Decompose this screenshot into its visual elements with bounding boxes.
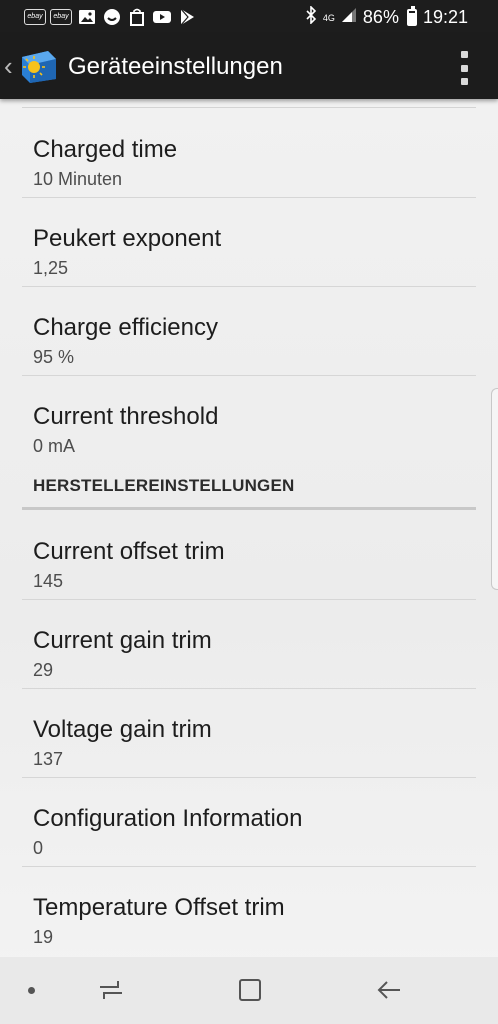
category-header: HERSTELLEREINSTELLUNGEN	[22, 470, 476, 510]
home-icon[interactable]	[235, 975, 265, 1005]
pref-summary: 0 mA	[33, 436, 76, 456]
back-chevron-icon[interactable]: ‹	[4, 51, 13, 82]
nav-dot-icon[interactable]	[28, 987, 35, 994]
navigation-bar	[0, 957, 498, 1024]
pref-peukert-exponent[interactable]: Peukert exponent 1,25	[22, 198, 476, 287]
youtube-icon	[151, 6, 172, 27]
pref-configuration-information[interactable]: Configuration Information 0	[22, 778, 476, 867]
category-divider	[22, 507, 476, 510]
edge-panel-handle[interactable]	[491, 388, 498, 590]
pref-summary: 145	[33, 571, 64, 591]
settings-list: Charged time 10 Minuten Peukert exponent…	[0, 99, 498, 957]
page-title: Geräteeinstellungen	[68, 53, 283, 80]
battery-percent: 86%	[362, 7, 399, 27]
battery-icon	[406, 6, 417, 26]
bluetooth-icon	[305, 5, 317, 29]
pref-current-threshold[interactable]: Current threshold 0 mA	[22, 376, 476, 465]
pref-summary: 0	[33, 838, 44, 858]
whatsapp-icon	[101, 6, 122, 27]
pref-title: Configuration Information	[33, 805, 303, 832]
pref-current-offset-trim[interactable]: Current offset trim 145	[22, 511, 476, 600]
pref-summary: 1,25	[33, 258, 69, 278]
back-icon[interactable]	[374, 975, 404, 1005]
category-title: HERSTELLEREINSTELLUNGEN	[33, 476, 295, 495]
shopping-bag-icon	[126, 6, 147, 27]
pref-title: Current gain trim	[33, 627, 212, 654]
pref-title: Peukert exponent	[33, 225, 222, 252]
overflow-menu-icon[interactable]	[456, 51, 472, 85]
pref-summary: 95 %	[33, 347, 75, 367]
pref-summary: 19	[33, 927, 54, 947]
pref-charged-time[interactable]: Charged time 10 Minuten	[22, 109, 476, 198]
play-store-icon	[176, 6, 197, 27]
status-bar: ebay ebay 4G 86% 19:21	[0, 0, 498, 35]
app-logo-icon[interactable]	[18, 47, 58, 85]
signal-icon	[341, 7, 357, 28]
pref-summary: 137	[33, 749, 64, 769]
network-type: 4G	[322, 12, 335, 23]
pref-title: Current offset trim	[33, 538, 225, 565]
pref-summary: 29	[33, 660, 54, 680]
app-bar: ‹ Geräteeinstellungen	[0, 35, 498, 99]
pref-voltage-gain-trim[interactable]: Voltage gain trim 137	[22, 689, 476, 778]
pref-temperature-offset-trim[interactable]: Temperature Offset trim 19	[22, 867, 476, 956]
pref-title: Current threshold	[33, 403, 219, 430]
pref-charge-efficiency[interactable]: Charge efficiency 95 %	[22, 287, 476, 376]
divider	[22, 107, 476, 108]
ebay-icon: ebay	[24, 8, 46, 25]
pref-current-gain-trim[interactable]: Current gain trim 29	[22, 600, 476, 689]
system-status: 4G 86% 19:21	[305, 5, 468, 29]
recent-apps-icon[interactable]	[96, 975, 126, 1005]
notification-icons: ebay ebay	[24, 6, 197, 27]
pref-title: Temperature Offset trim	[33, 894, 285, 921]
ebay-kleinanzeigen-icon: ebay	[50, 8, 72, 25]
pref-title: Charged time	[33, 136, 178, 163]
pref-title: Charge efficiency	[33, 314, 218, 341]
clock: 19:21	[422, 7, 468, 27]
gallery-icon	[76, 6, 97, 27]
pref-title: Voltage gain trim	[33, 716, 212, 743]
pref-summary: 10 Minuten	[33, 169, 123, 189]
